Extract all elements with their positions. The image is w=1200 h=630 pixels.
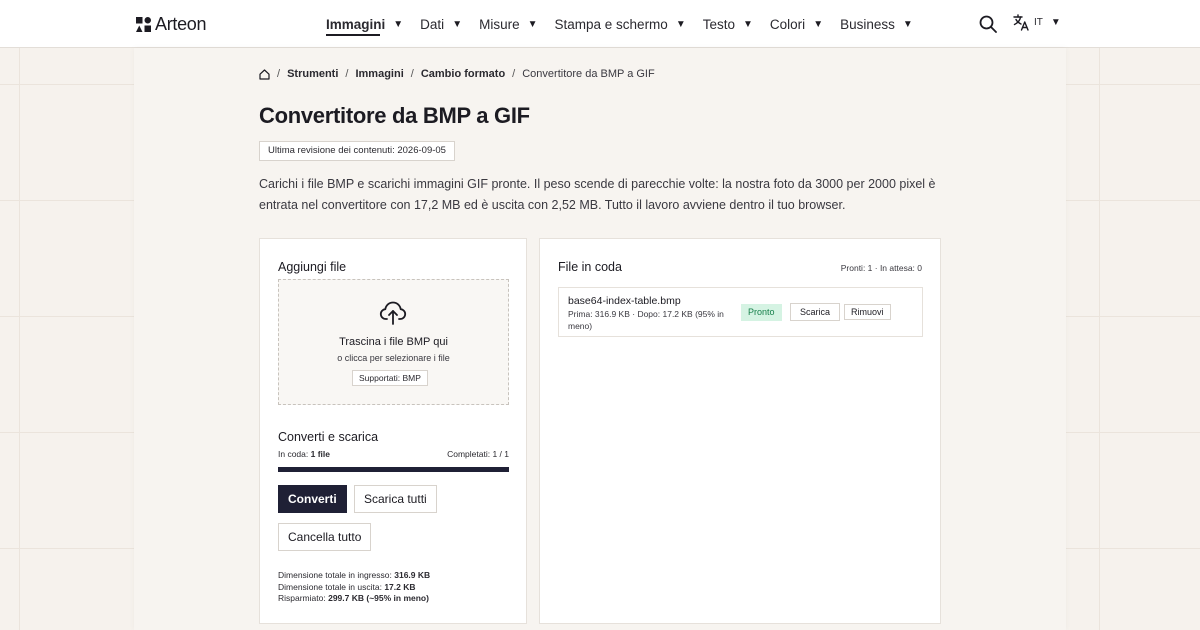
file-size-info: Prima: 316.9 KB · Dopo: 17.2 KB (95% in … bbox=[568, 309, 724, 331]
nav-item-dati[interactable]: Dati ▼ bbox=[420, 17, 462, 32]
file-name: base64-index-table.bmp bbox=[568, 295, 681, 307]
file-row: base64-index-table.bmp Prima: 316.9 KB ·… bbox=[558, 287, 923, 337]
size-totals: Dimensione totale in ingresso: 316.9 KB … bbox=[278, 570, 430, 605]
breadcrumb-item-strumenti[interactable]: Strumenti bbox=[287, 68, 338, 80]
file-queue-panel: File in coda Pronti: 1 · In attesa: 0 ba… bbox=[539, 238, 941, 624]
breadcrumb-current: Convertitore da BMP a GIF bbox=[522, 68, 655, 80]
nav-item-immagini[interactable]: Immagini ▼ bbox=[326, 17, 403, 32]
total-input-label: Dimensione totale in ingresso: bbox=[278, 570, 392, 580]
caret-down-icon: ▼ bbox=[813, 18, 824, 30]
revision-badge: Ultima revisione dei contenuti: 2026-09-… bbox=[259, 141, 455, 161]
translate-icon bbox=[1013, 14, 1029, 31]
nav-label: Testo bbox=[702, 16, 736, 32]
download-all-button[interactable]: Scarica tutti bbox=[354, 485, 437, 513]
nav-label: Dati bbox=[420, 16, 445, 32]
supported-formats-badge: Supportati: BMP bbox=[352, 370, 428, 386]
cloud-upload-icon bbox=[379, 301, 407, 325]
dropzone-main-text: Trascina i file BMP qui bbox=[339, 336, 448, 348]
progress-bar-fill bbox=[278, 467, 509, 472]
caret-down-icon: ▼ bbox=[675, 18, 686, 30]
status-badge: Pronto bbox=[741, 304, 782, 321]
queue-status-line: In coda: 1 file Completati: 1 / 1 bbox=[278, 449, 509, 459]
page-title: Convertitore da BMP a GIF bbox=[259, 103, 530, 128]
progress-bar bbox=[278, 467, 509, 472]
home-icon[interactable] bbox=[259, 68, 270, 80]
total-saved: Risparmiato: 299.7 KB (~95% in meno) bbox=[278, 593, 430, 605]
language-selector[interactable]: IT ▼ bbox=[1013, 14, 1061, 31]
caret-down-icon: ▼ bbox=[902, 18, 913, 30]
page-content: / Strumenti / Immagini / Cambio formato … bbox=[134, 48, 1066, 630]
nav-label: Immagini bbox=[326, 16, 386, 32]
download-file-button[interactable]: Scarica bbox=[790, 303, 841, 321]
total-output-value: 17.2 KB bbox=[384, 581, 416, 592]
brand-name: Arteon bbox=[155, 14, 207, 34]
dropzone-sub-text: o clicca per selezionare i file bbox=[337, 353, 450, 363]
caret-down-icon: ▼ bbox=[452, 18, 463, 30]
queued-value: 1 file bbox=[310, 449, 330, 459]
convert-button[interactable]: Converti bbox=[278, 485, 347, 513]
brand-logo[interactable]: Arteon bbox=[136, 14, 207, 35]
total-input-size: Dimensione totale in ingresso: 316.9 KB bbox=[278, 570, 430, 582]
nav-label: Colori bbox=[769, 16, 806, 32]
convert-section-title: Converti e scarica bbox=[278, 430, 379, 444]
cancel-all-button[interactable]: Cancella tutto bbox=[278, 523, 372, 551]
remove-file-button[interactable]: Rimuovi bbox=[844, 304, 891, 320]
nav-item-misure[interactable]: Misure ▼ bbox=[479, 17, 537, 32]
total-output-size: Dimensione totale in uscita: 17.2 KB bbox=[278, 582, 430, 594]
breadcrumb: / Strumenti / Immagini / Cambio formato … bbox=[259, 68, 655, 80]
nav-label: Stampa e schermo bbox=[554, 16, 668, 32]
converter-panel: Aggiungi file Trascina i file BMP qui o … bbox=[259, 238, 527, 624]
nav-label: Misure bbox=[479, 16, 520, 32]
breadcrumb-separator: / bbox=[277, 68, 281, 80]
breadcrumb-item-immagini[interactable]: Immagini bbox=[355, 68, 403, 80]
breadcrumb-item-cambio-formato[interactable]: Cambio formato bbox=[421, 68, 505, 80]
main-nav: Immagini ▼ Dati ▼ Misure ▼ Stampa e sche… bbox=[326, 0, 930, 48]
caret-down-icon: ▼ bbox=[1050, 17, 1061, 28]
total-output-label: Dimensione totale in uscita: bbox=[278, 581, 382, 592]
upload-title: Aggiungi file bbox=[278, 260, 347, 274]
nav-item-business[interactable]: Business ▼ bbox=[840, 17, 913, 32]
breadcrumb-separator: / bbox=[410, 68, 414, 80]
language-code: IT bbox=[1034, 17, 1043, 28]
total-saved-value: 299.7 KB (~95% in meno) bbox=[328, 593, 429, 603]
arteon-logo-icon bbox=[136, 17, 151, 32]
search-icon[interactable] bbox=[979, 15, 997, 33]
file-dropzone[interactable]: Trascina i file BMP qui o clicca per sel… bbox=[278, 279, 509, 405]
caret-down-icon: ▼ bbox=[527, 18, 538, 30]
queue-title: File in coda bbox=[558, 260, 622, 274]
queued-label: In coda: bbox=[278, 449, 309, 459]
nav-label: Business bbox=[840, 16, 895, 32]
total-input-value: 316.9 KB bbox=[394, 570, 431, 580]
nav-item-stampa-e-schermo[interactable]: Stampa e schermo ▼ bbox=[555, 17, 686, 32]
caret-down-icon: ▼ bbox=[743, 18, 753, 30]
caret-down-icon: ▼ bbox=[393, 18, 404, 30]
top-navigation-bar: Arteon Immagini ▼ Dati ▼ Misure ▼ Stampa… bbox=[0, 0, 1200, 48]
total-saved-label: Risparmiato: bbox=[278, 593, 326, 603]
nav-item-testo[interactable]: Testo ▼ bbox=[703, 17, 753, 32]
queue-counts: Pronti: 1 · In attesa: 0 bbox=[840, 263, 922, 273]
nav-item-colori[interactable]: Colori ▼ bbox=[770, 17, 823, 32]
completed-count: Completati: 1 / 1 bbox=[447, 449, 509, 459]
breadcrumb-separator: / bbox=[512, 68, 516, 80]
queued-count: In coda: 1 file bbox=[278, 449, 330, 459]
intro-text: Carichi i file BMP e scarichi immagini G… bbox=[259, 177, 936, 212]
breadcrumb-separator: / bbox=[345, 68, 349, 80]
